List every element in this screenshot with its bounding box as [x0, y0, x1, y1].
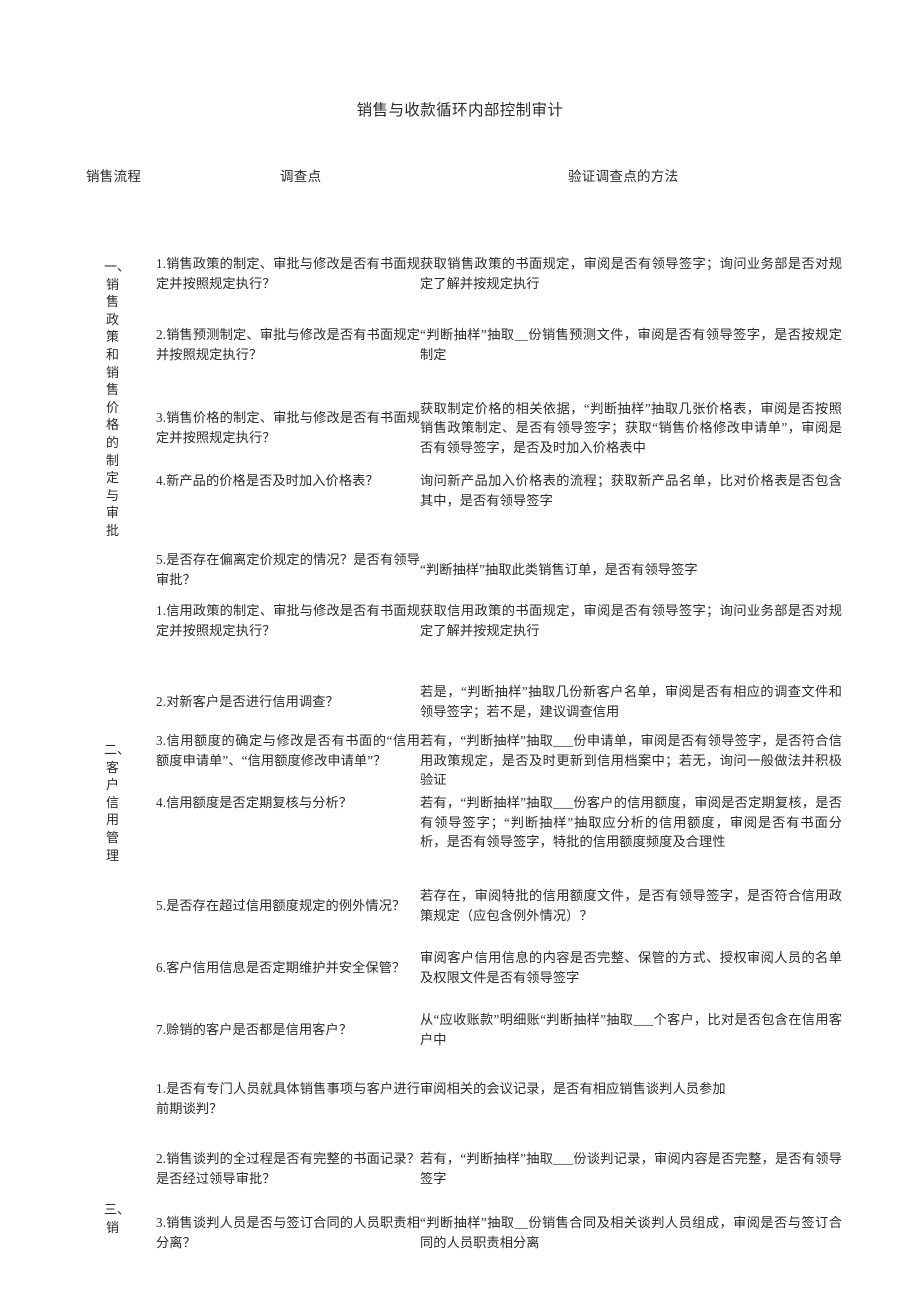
row-method: 若是，“判断抽样”抽取几份新客户名单，审阅是否有相应的调查文件和领导签字；若不是… [420, 684, 842, 719]
section-rows-1: 1.销售政策的制定、审批与修改是否有书面规定并按照规定执行？ 获取销售政策的书面… [156, 214, 842, 601]
column-header-flow: 销售流程 [86, 169, 142, 184]
table-section-3: 三、销 1.是否有专门人员就具体销售事项与客户进行前期谈判？ 审阅相关的会议记录… [78, 1061, 842, 1273]
table-row: 5.是否存在偏离定价规定的情况？是否有领导审批？ “判断抽样”抽取此类销售订单，… [156, 539, 842, 601]
section-rows-3: 1.是否有专门人员就具体销售事项与客户进行前期谈判？ 审阅相关的会议记录，是否有… [156, 1061, 842, 1273]
table-row: 4.新产品的价格是否及时加入价格表？ 询问新产品加入价格表的流程；获取新产品名单… [156, 471, 842, 539]
table-row: 2.销售谈判的全过程是否有完整的书面记录？是否经过领导审批？ 若有，“判断抽样”… [156, 1149, 842, 1213]
row-point: 6.客户信用信息是否定期维护并安全保管？ [156, 960, 406, 976]
section-label-3: 三、销 [104, 1202, 131, 1235]
table-header-row: 销售流程 调查点 验证调查点的方法 [78, 168, 842, 214]
row-point: 5.是否存在偏离定价规定的情况？是否有领导审批？ [156, 552, 420, 587]
table-row: 4.信用额度是否定期复核与分析？ 若有，“判断抽样”抽取___份客户的信用额度，… [156, 793, 842, 875]
row-method: “判断抽样”抽取__份销售合同及相关谈判人员组成，审阅是否与签订合同的人员职责相… [420, 1215, 842, 1250]
row-point: 7.赊销的客户是否都是信用客户？ [156, 1022, 353, 1038]
table-section-1: 一、销售政策和销售价格的制定与审批 1.销售政策的制定、审批与修改是否有书面规定… [78, 214, 842, 601]
table-row: 6.客户信用信息是否定期维护并安全保管？ 审阅客户信用信息的内容是否完整、保管的… [156, 937, 842, 999]
table-row: 1.信用政策的制定、审批与修改是否有书面规定并按照规定执行？ 获取信用政策的书面… [156, 601, 842, 673]
section-rows-2: 1.信用政策的制定、审批与修改是否有书面规定并按照规定执行？ 获取信用政策的书面… [156, 601, 842, 1061]
section-label-cell-3: 三、销 [78, 1061, 156, 1273]
row-method: 获取制定价格的相关依据，“判断抽样”抽取几张价格表，审阅是否按照销售政策制定、是… [420, 400, 842, 455]
row-point: 5.是否存在超过信用额度规定的例外情况？ [156, 898, 406, 914]
row-point: 4.新产品的价格是否及时加入价格表？ [156, 473, 379, 488]
row-method: “判断抽样”抽取此类销售订单，是否有领导签字 [420, 562, 698, 578]
row-method: 审阅客户信用信息的内容是否完整、保管的方式、授权审阅人员的名单及权限文件是否有领… [420, 950, 842, 985]
audit-checklist-table: 销售流程 调查点 验证调查点的方法 一、销售政策和销售价格的制定与审批 1.销售… [78, 168, 842, 1273]
row-point: 2.对新客户是否进行信用调查？ [156, 694, 339, 710]
row-point: 2.销售谈判的全过程是否有完整的书面记录？是否经过领导审批？ [156, 1151, 420, 1186]
table-row: 1.是否有专门人员就具体销售事项与客户进行前期谈判？ 审阅相关的会议记录，是否有… [156, 1061, 842, 1149]
row-point: 1.信用政策的制定、审批与修改是否有书面规定并按照规定执行？ [156, 603, 420, 638]
section-label-cell-1: 一、销售政策和销售价格的制定与审批 [78, 214, 156, 601]
section-label-cell-2: 二、客户信用管理 [78, 601, 156, 1061]
row-method: 若有，“判断抽样”抽取___份谈判记录，审阅内容是否完整，是否有领导签字 [420, 1151, 842, 1186]
table-row: 1.销售政策的制定、审批与修改是否有书面规定并按照规定执行？ 获取销售政策的书面… [156, 214, 842, 325]
row-point: 4.信用额度是否定期复核与分析？ [156, 795, 353, 810]
row-point: 3.信用额度的确定与修改是否有书面的“信用额度申请单”、“信用额度修改申请单”？ [156, 733, 420, 768]
table-row: 7.赊销的客户是否都是信用客户？ 从“应收账款”明细账“判断抽样”抽取___个客… [156, 999, 842, 1061]
row-method: 询问新产品加入价格表的流程；获取新产品名单，比对价格表是否包含其中，是否有领导签… [420, 473, 842, 508]
row-method: 若有，“判断抽样”抽取___份申请单，审阅是否有领导签字，是否符合信用政策规定，… [420, 733, 842, 788]
table-row: 3.销售价格的制定、审批与修改是否有书面规定并按照规定执行？ 获取制定价格的相关… [156, 385, 842, 471]
section-label-2: 二、客户信用管理 [104, 742, 131, 863]
column-header-point: 调查点 [280, 169, 322, 184]
row-point: 1.是否有专门人员就具体销售事项与客户进行前期谈判？ [156, 1081, 420, 1116]
table-row: 3.销售谈判人员是否与签订合同的人员职责相分离？ “判断抽样”抽取__份销售合同… [156, 1213, 842, 1273]
row-point: 3.销售价格的制定、审批与修改是否有书面规定并按照规定执行？ [156, 410, 420, 445]
row-method: 获取信用政策的书面规定，审阅是否有领导签字；询问业务部是否对规定了解并按规定执行 [420, 603, 842, 638]
row-method: 从“应收账款”明细账“判断抽样”抽取___个客户，比对是否包含在信用客户中 [420, 1012, 842, 1047]
table-section-2: 二、客户信用管理 1.信用政策的制定、审批与修改是否有书面规定并按照规定执行？ … [78, 601, 842, 1061]
section-label-1: 一、销售政策和销售价格的制定与审批 [104, 259, 131, 538]
row-method: 若有，“判断抽样”抽取___份客户的信用额度，审阅是否定期复核，是否有领导签字；… [420, 795, 842, 850]
page-title: 销售与收款循环内部控制审计 [356, 102, 564, 119]
table-row: 3.信用额度的确定与修改是否有书面的“信用额度申请单”、“信用额度修改申请单”？… [156, 731, 842, 793]
row-point: 3.销售谈判人员是否与签订合同的人员职责相分离？ [156, 1215, 420, 1250]
column-header-method: 验证调查点的方法 [568, 169, 679, 184]
row-method: 若存在，审阅特批的信用额度文件，是否有领导签字，是否符合信用政策规定（应包含例外… [420, 888, 842, 923]
table-row: 2.对新客户是否进行信用调查？ 若是，“判断抽样”抽取几份新客户名单，审阅是否有… [156, 673, 842, 731]
row-method: “判断抽样”抽取__份销售预测文件，审阅是否有领导签字，是否按规定制定 [420, 327, 842, 362]
table-row: 2.销售预测制定、审批与修改是否有书面规定并按照规定执行？ “判断抽样”抽取__… [156, 325, 842, 385]
table-row: 5.是否存在超过信用额度规定的例外情况？ 若存在，审阅特批的信用额度文件，是否有… [156, 875, 842, 937]
row-method: 获取销售政策的书面规定，审阅是否有领导签字；询问业务部是否对规定了解并按规定执行 [420, 256, 842, 291]
document-page: 销售与收款循环内部控制审计 销售流程 调查点 验证调查点的方法 一、销售政策和销… [0, 0, 920, 1301]
row-method: 审阅相关的会议记录，是否有相应销售谈判人员参加 [420, 1081, 726, 1096]
row-point: 2.销售预测制定、审批与修改是否有书面规定并按照规定执行？ [156, 327, 420, 362]
row-point: 1.销售政策的制定、审批与修改是否有书面规定并按照规定执行？ [156, 256, 420, 291]
